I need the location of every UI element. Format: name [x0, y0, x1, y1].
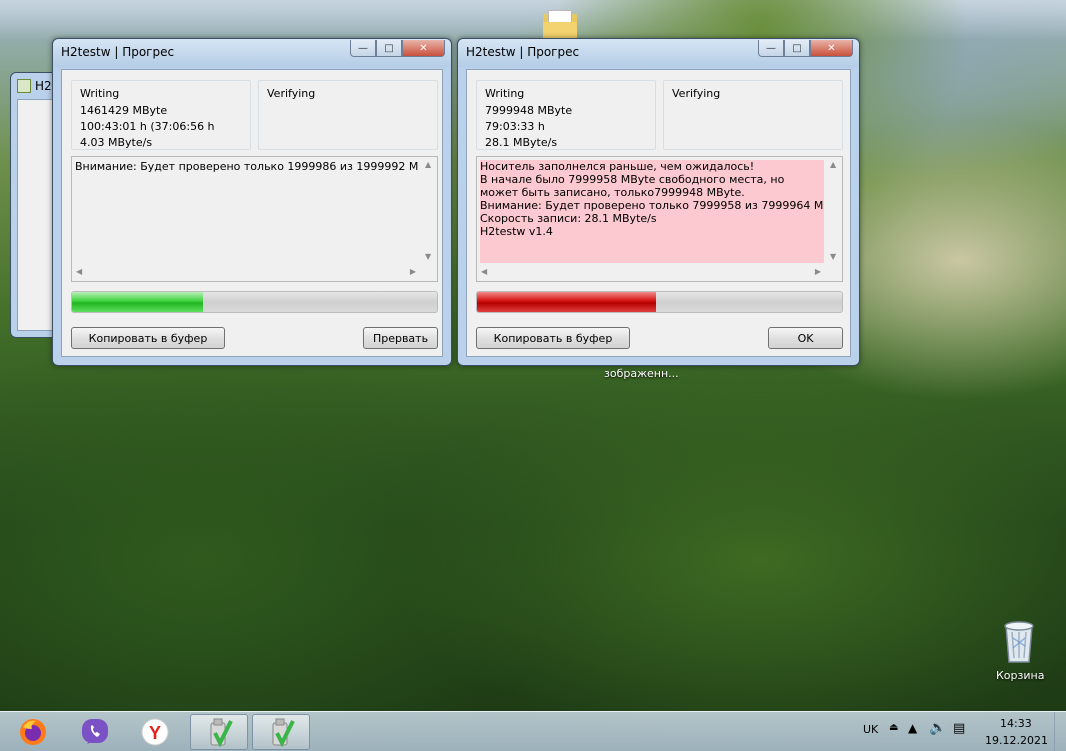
volume-icon[interactable]: 🔊 [929, 720, 946, 736]
writing-time: 79:03:33 h [485, 120, 545, 133]
h2testw-icon[interactable] [190, 714, 248, 750]
titlebar[interactable]: H2testw | Прогрес — □ ✕ [458, 39, 859, 67]
verifying-group: Verifying [258, 80, 438, 150]
progress-fill [72, 292, 204, 312]
writing-group: Writing 1461429 MByte 100:43:01 h (37:06… [71, 80, 251, 150]
copy-to-clipboard-button[interactable]: Копировать в буфер [476, 327, 630, 349]
progress-bar [476, 291, 843, 313]
firefox-icon[interactable] [4, 714, 62, 750]
show-desktop-button[interactable] [1054, 712, 1066, 751]
progress-fill [477, 292, 656, 312]
window-title: H2testw | Прогрес [61, 45, 175, 59]
close-icon[interactable]: ✕ [402, 40, 445, 57]
h2testw-icon[interactable] [252, 714, 310, 750]
desktop-folder-label[interactable]: зображенн... [604, 367, 679, 380]
abort-button[interactable]: Прервать [363, 327, 438, 349]
verifying-title: Verifying [267, 87, 316, 100]
scroll-left-icon[interactable]: ◀ [481, 267, 487, 276]
svg-text:Y: Y [149, 723, 161, 743]
scroll-down-icon[interactable]: ▼ [425, 252, 431, 261]
verifying-group: Verifying [663, 80, 843, 150]
ok-button[interactable]: OK [768, 327, 843, 349]
yandex-browser-icon[interactable]: Y [126, 714, 184, 750]
folder-icon[interactable] [543, 10, 577, 40]
writing-title: Writing [485, 87, 525, 100]
minimize-icon[interactable]: — [758, 40, 784, 57]
scroll-left-icon[interactable]: ◀ [76, 267, 82, 276]
log-text: Внимание: Будет проверено только 1999986… [75, 160, 419, 173]
scroll-up-icon[interactable]: ▲ [425, 160, 431, 169]
keyboard-language[interactable]: UK [863, 723, 878, 736]
horizontal-scrollbar[interactable]: ◀ ▶ [477, 264, 825, 281]
maximize-icon[interactable]: □ [784, 40, 810, 57]
writing-title: Writing [80, 87, 120, 100]
writing-size: 1461429 MByte [80, 104, 168, 117]
clock-time[interactable]: 14:33 [1000, 717, 1032, 730]
log-textbox[interactable]: Носитель заполнелся раньше, чем ожидалос… [476, 156, 843, 282]
writing-time: 100:43:01 h (37:06:56 h [80, 120, 215, 133]
titlebar[interactable]: H2testw | Прогрес — □ ✕ [53, 39, 451, 67]
recycle-bin-icon[interactable] [1000, 618, 1038, 664]
h2testw-progress-window-left[interactable]: H2testw | Прогрес — □ ✕ Writing 1461429 … [52, 38, 452, 366]
writing-group: Writing 7999948 MByte 79:03:33 h 28.1 MB… [476, 80, 656, 150]
vertical-scrollbar[interactable]: ▲ ▼ [825, 157, 842, 264]
background-window-title: H2 [35, 79, 52, 93]
progress-bar [71, 291, 438, 313]
recycle-bin-label[interactable]: Корзина [996, 669, 1044, 682]
taskbar: Y UK ⏏ ▲ 🔊 ▤ 14:33 19.12.2021 [0, 711, 1066, 751]
error-log-text: Носитель заполнелся раньше, чем ожидалос… [480, 160, 824, 263]
horizontal-scrollbar[interactable]: ◀ ▶ [72, 264, 420, 281]
scroll-down-icon[interactable]: ▼ [830, 252, 836, 261]
close-icon[interactable]: ✕ [810, 40, 853, 57]
vertical-scrollbar[interactable]: ▲ ▼ [420, 157, 437, 264]
show-hidden-icons-icon[interactable]: ▲ [908, 721, 917, 735]
h2testw-progress-window-right[interactable]: H2testw | Прогрес — □ ✕ Writing 7999948 … [457, 38, 860, 366]
scroll-right-icon[interactable]: ▶ [815, 267, 821, 276]
window-title: H2testw | Прогрес [466, 45, 580, 59]
writing-size: 7999948 MByte [485, 104, 573, 117]
scroll-up-icon[interactable]: ▲ [830, 160, 836, 169]
copy-to-clipboard-button[interactable]: Копировать в буфер [71, 327, 225, 349]
usb-eject-icon[interactable]: ⏏ [889, 722, 898, 733]
maximize-icon[interactable]: □ [376, 40, 402, 57]
app-icon [17, 79, 31, 93]
verifying-title: Verifying [672, 87, 721, 100]
window-client: Writing 1461429 MByte 100:43:01 h (37:06… [61, 69, 443, 357]
viber-icon[interactable] [66, 714, 124, 750]
minimize-icon[interactable]: — [350, 40, 376, 57]
log-textbox[interactable]: Внимание: Будет проверено только 1999986… [71, 156, 438, 282]
window-client: Writing 7999948 MByte 79:03:33 h 28.1 MB… [466, 69, 851, 357]
clock-date[interactable]: 19.12.2021 [985, 734, 1048, 747]
writing-speed: 4.03 MByte/s [80, 136, 153, 149]
writing-speed: 28.1 MByte/s [485, 136, 558, 149]
network-icon[interactable]: ▤ [953, 721, 965, 736]
scroll-right-icon[interactable]: ▶ [410, 267, 416, 276]
